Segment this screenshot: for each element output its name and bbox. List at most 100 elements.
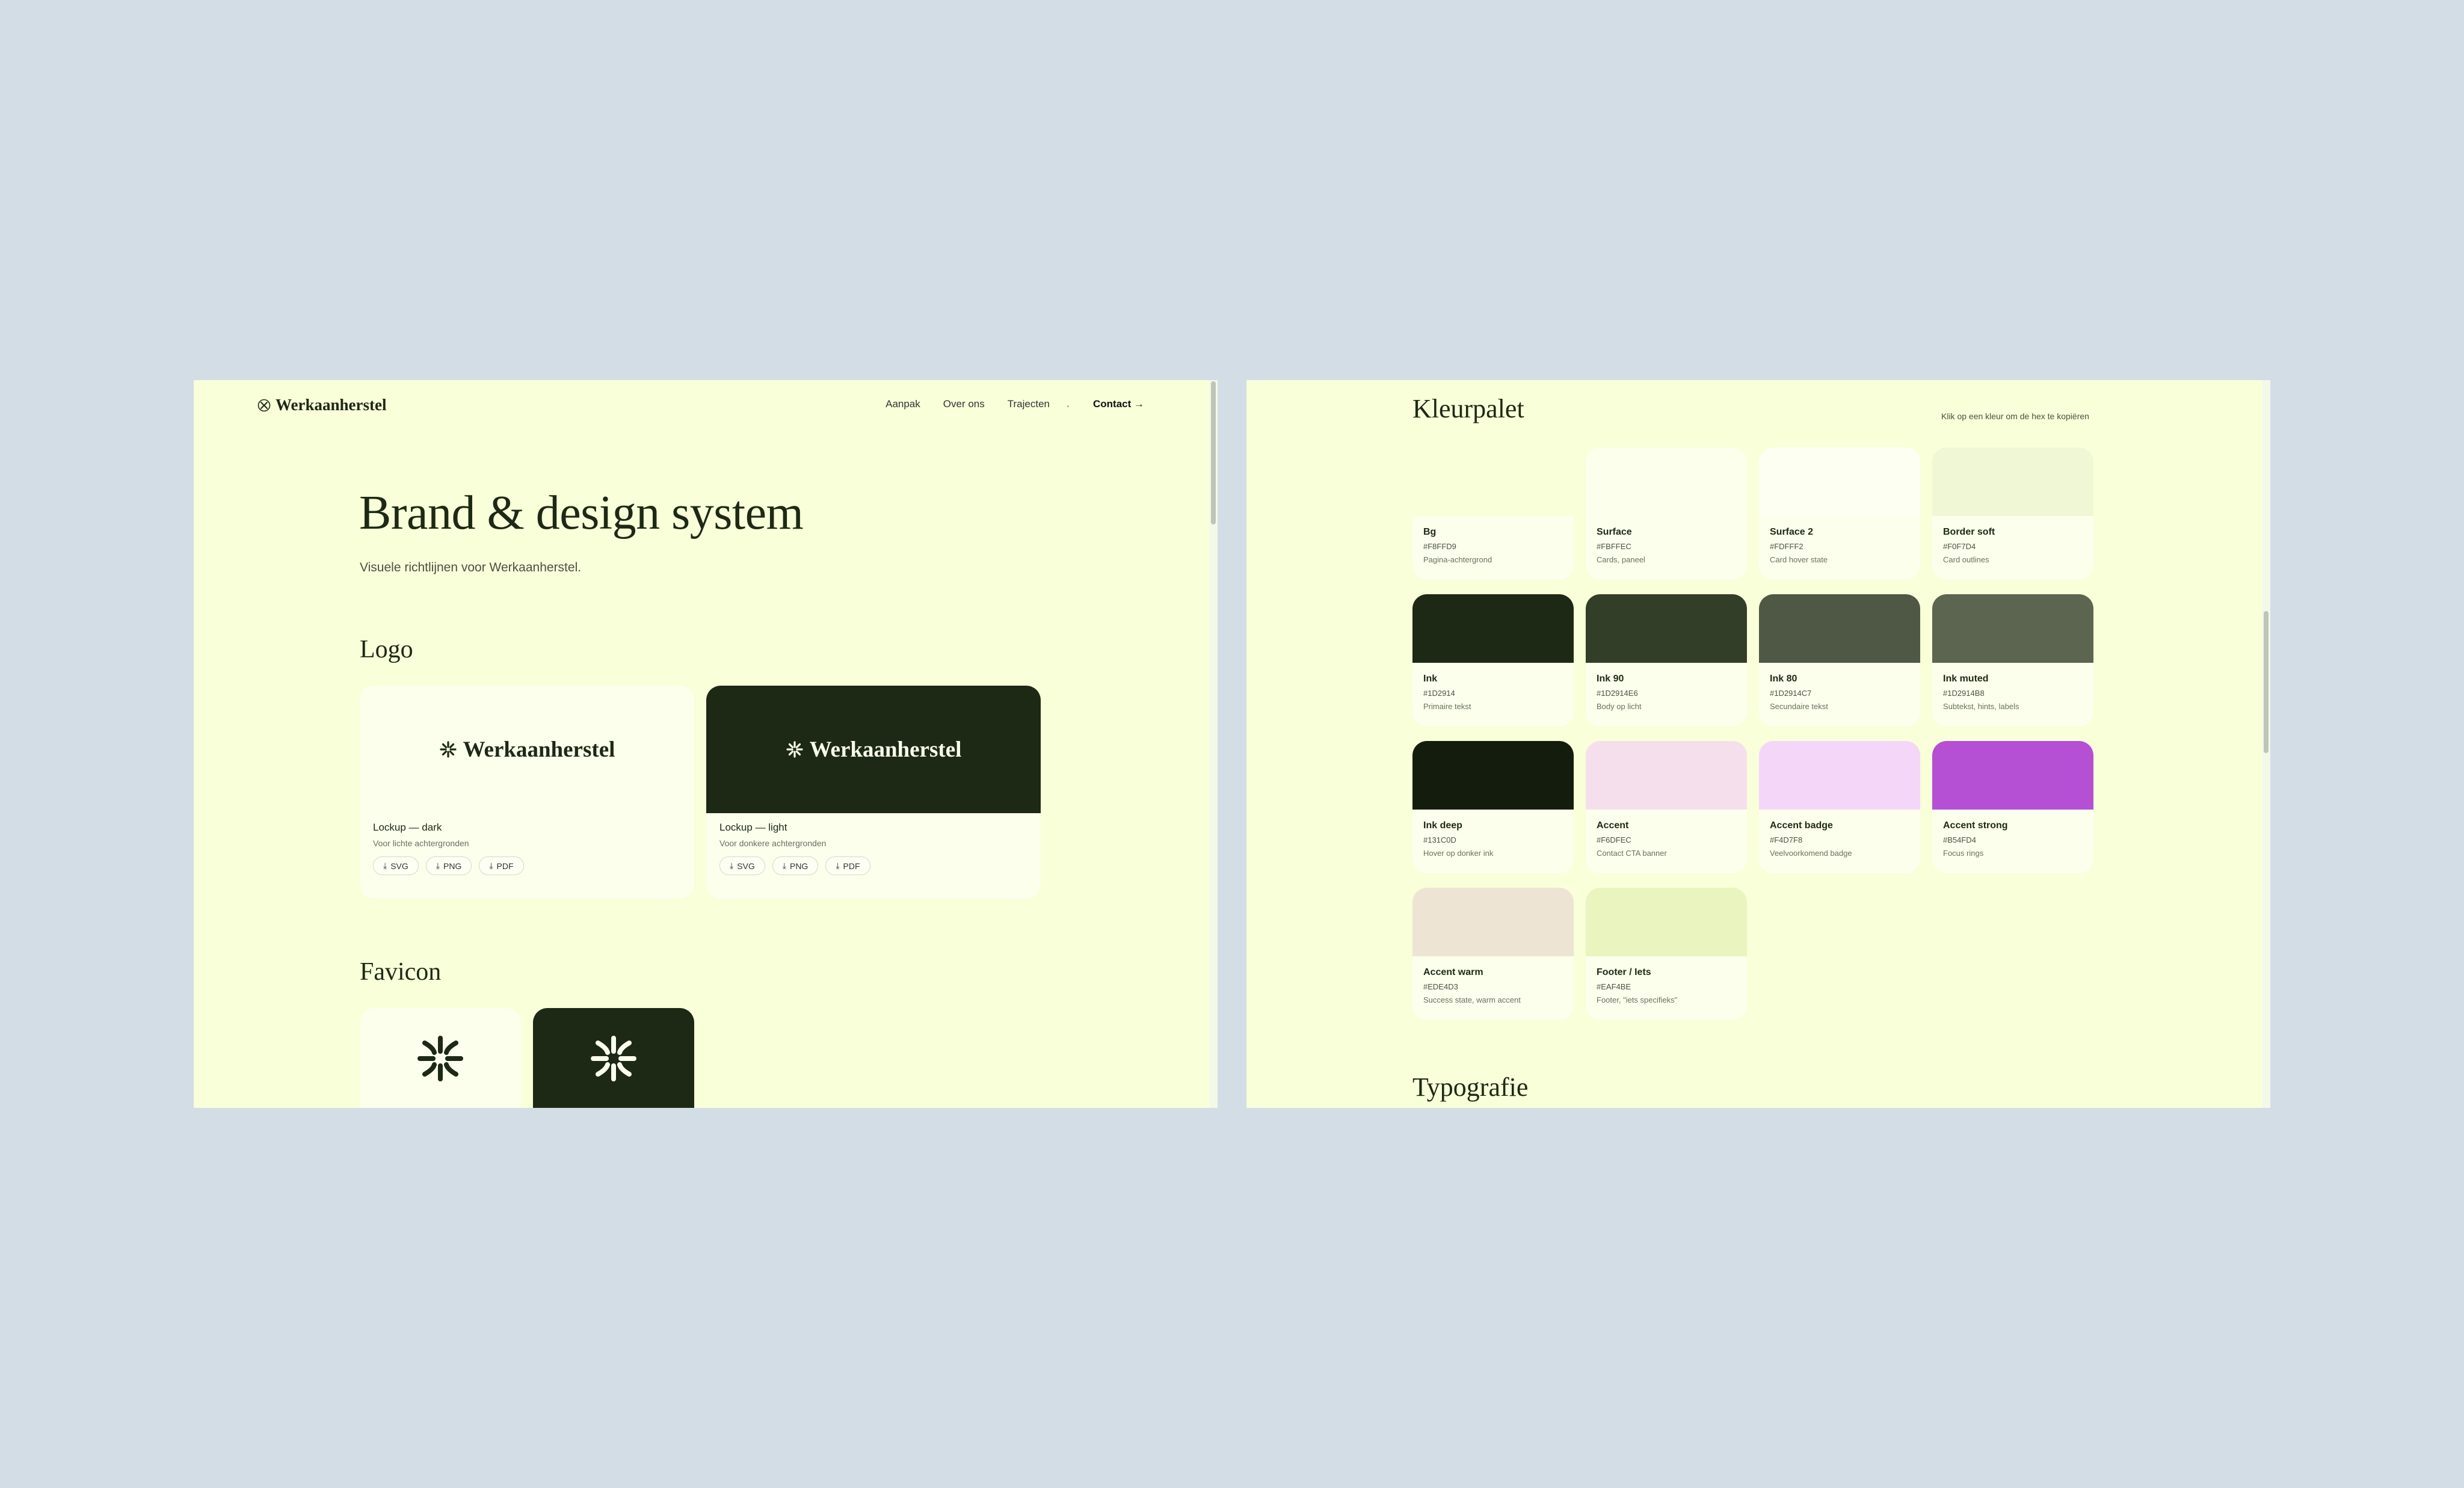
color-chip[interactable]: [1412, 447, 1574, 516]
asterisk-mark-icon: [439, 741, 457, 758]
color-swatch-card[interactable]: Ink 90 #1D2914E6 Body op licht: [1586, 594, 1747, 727]
download-pdf-button[interactable]: ⤓ PDF: [825, 856, 870, 875]
logo-card-light: Werkaanherstel Lockup — light Voor donke…: [706, 686, 1041, 899]
color-name: Surface 2: [1770, 527, 1814, 537]
color-name: Accent warm: [1423, 967, 1483, 977]
download-icon: ⤓: [782, 861, 786, 870]
scrollbar-thumb[interactable]: [1211, 381, 1216, 524]
color-chip[interactable]: [1586, 447, 1747, 516]
download-png-button[interactable]: ⤓ PNG: [772, 856, 819, 875]
color-info: Accent warm #EDE4D3 Success state, warm ac…: [1412, 956, 1574, 1004]
download-label: PNG: [443, 861, 462, 871]
logo-wordmark: Werkaanherstel: [809, 737, 962, 762]
scrollbar[interactable]: [1209, 380, 1218, 1108]
color-hex: #131C0D: [1423, 835, 1456, 844]
color-hex: #F0F7D4: [1943, 542, 1976, 551]
color-hex: #1D2914B8: [1943, 689, 1985, 698]
favicon-card-light: [360, 1008, 521, 1108]
asterisk-mark-icon: [591, 1036, 636, 1081]
color-chip[interactable]: [1932, 594, 2093, 663]
color-desc: Contact CTA banner: [1597, 849, 1667, 858]
color-swatch-card[interactable]: Border soft #F0F7D4 Card outlines: [1932, 447, 2093, 580]
color-chip[interactable]: [1586, 594, 1747, 663]
color-chip[interactable]: [1412, 888, 1574, 956]
nav-link-aanpak[interactable]: Aanpak: [886, 398, 920, 410]
color-chip[interactable]: [1932, 741, 2093, 810]
color-info: Ink #1D2914 Primaire tekst: [1412, 663, 1574, 711]
color-info: Surface 2 #FDFFF2 Card hover state: [1759, 516, 1920, 564]
color-desc: Body op licht: [1597, 702, 1642, 711]
nav-link-over-ons[interactable]: Over ons: [943, 398, 985, 410]
color-chip[interactable]: [1586, 741, 1747, 810]
scrollbar-thumb[interactable]: [2264, 611, 2268, 753]
color-desc: Subtekst, hints, labels: [1943, 702, 2019, 711]
download-svg-button[interactable]: ⤓ SVG: [373, 856, 419, 875]
palette-title: Kleurpalet: [1412, 394, 1524, 423]
color-swatch-card[interactable]: Accent #F6DFEC Contact CTA banner: [1586, 741, 1747, 873]
color-info: Ink 90 #1D2914E6 Body op licht: [1586, 663, 1747, 711]
page-subtitle: Visuele richtlijnen voor Werkaanherstel.: [360, 561, 582, 574]
color-desc: Veelvoorkomend badge: [1770, 849, 1852, 858]
color-swatch-card[interactable]: Accent badge #F4D7F8 Veelvoorkomend badge: [1759, 741, 1920, 873]
color-name: Accent strong: [1943, 820, 2008, 831]
color-swatch-card[interactable]: Ink #1D2914 Primaire tekst: [1412, 594, 1574, 727]
color-info: Accent strong #B54FD4 Focus rings: [1932, 810, 2093, 858]
color-hex: #F8FFD9: [1423, 542, 1456, 551]
color-swatch-card[interactable]: Surface 2 #FDFFF2 Card hover state: [1759, 447, 1920, 580]
logo-card-title: Lockup — dark: [373, 822, 442, 833]
color-swatch-card[interactable]: Bg #F8FFD9 Pagina-achtergrond: [1412, 447, 1574, 580]
color-desc: Success state, warm accent: [1423, 995, 1521, 1004]
nav-logo[interactable]: Werkaanherstel: [257, 396, 386, 414]
color-name: Accent badge: [1770, 820, 1833, 831]
palette-page-window: Kleurpalet Klik op een kleur om de hex t…: [1246, 380, 2270, 1108]
download-icon: ⤓: [436, 861, 440, 870]
color-hex: #FDFFF2: [1770, 542, 1803, 551]
color-chip[interactable]: [1759, 594, 1920, 663]
download-png-button[interactable]: ⤓ PNG: [425, 856, 472, 875]
color-info: Ink muted #1D2914B8 Subtekst, hints, label…: [1932, 663, 2093, 711]
download-label: PNG: [789, 861, 808, 871]
color-name: Border soft: [1943, 527, 1995, 537]
color-info: Bg #F8FFD9 Pagina-achtergrond: [1412, 516, 1574, 564]
nav-contact-link[interactable]: Contact →: [1093, 398, 1144, 410]
download-pdf-button[interactable]: ⤓ PDF: [479, 856, 524, 875]
download-icon: ⤓: [383, 861, 387, 870]
color-info: Footer / Iets #EAF4BE Footer, "iets specif…: [1586, 956, 1747, 1004]
logo-mark-icon: [257, 399, 271, 411]
color-swatch-card[interactable]: Accent warm #EDE4D3 Success state, warm ac…: [1412, 888, 1574, 1020]
page-title: Brand & design system: [359, 487, 804, 540]
color-chip[interactable]: [1586, 888, 1747, 956]
brand-page-window: Werkaanherstel Aanpak Over ons Trajecten…: [194, 380, 1218, 1108]
scrollbar[interactable]: [2262, 380, 2270, 1108]
logo-card-dark: Werkaanherstel Lockup — dark Voor lichte…: [360, 686, 694, 899]
color-swatch-card[interactable]: Ink muted #1D2914B8 Subtekst, hints, label…: [1932, 594, 2093, 727]
color-swatch-card[interactable]: Ink 80 #1D2914C7 Secundaire tekst: [1759, 594, 1920, 727]
color-hex: #1D2914C7: [1770, 689, 1812, 698]
color-chip[interactable]: [1412, 741, 1574, 810]
color-swatch-card[interactable]: Surface #FBFFEC Cards, paneel: [1586, 447, 1747, 580]
download-label: PDF: [496, 861, 514, 871]
color-swatch-card[interactable]: Footer / Iets #EAF4BE Footer, "iets specif…: [1586, 888, 1747, 1020]
color-desc: Footer, "iets specifieks": [1597, 995, 1678, 1004]
color-desc: Hover op donker ink: [1423, 849, 1494, 858]
color-chip[interactable]: [1412, 594, 1574, 663]
color-info: Surface #FBFFEC Cards, paneel: [1586, 516, 1747, 564]
typography-section-title: Typografie: [1412, 1072, 1529, 1102]
logo-wordmark: Werkaanherstel: [463, 737, 615, 762]
color-name: Ink 80: [1770, 674, 1797, 684]
color-swatch-card[interactable]: Ink deep #131C0D Hover op donker ink: [1412, 741, 1574, 873]
color-desc: Primaire tekst: [1423, 702, 1471, 711]
color-hex: #B54FD4: [1943, 835, 1976, 844]
color-info: Accent badge #F4D7F8 Veelvoorkomend badge: [1759, 810, 1920, 858]
download-svg-button[interactable]: ⤓ SVG: [719, 856, 765, 875]
color-hex: #EAF4BE: [1597, 982, 1631, 991]
color-desc: Cards, paneel: [1597, 555, 1645, 564]
color-hex: #1D2914E6: [1597, 689, 1638, 698]
color-chip[interactable]: [1932, 447, 2093, 516]
download-icon: ⤓: [489, 861, 493, 870]
color-chip[interactable]: [1759, 741, 1920, 810]
download-icon: ⤓: [730, 861, 734, 870]
color-swatch-card[interactable]: Accent strong #B54FD4 Focus rings: [1932, 741, 2093, 873]
nav-link-trajecten[interactable]: Trajecten: [1008, 398, 1050, 410]
color-chip[interactable]: [1759, 447, 1920, 516]
